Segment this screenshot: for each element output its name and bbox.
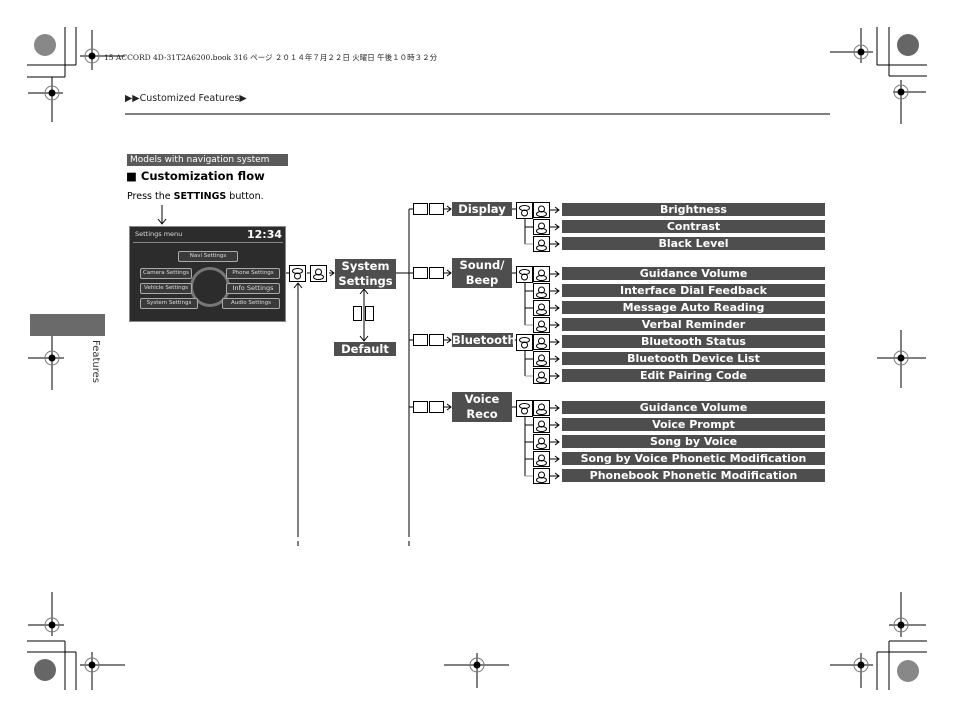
rotate-knob-icon (516, 266, 533, 283)
setting-item[interactable]: Verbal Reminder (562, 318, 825, 331)
category-label-line: Sound/ (459, 258, 505, 272)
press-knob-icon (533, 351, 550, 367)
press-knob-icon (533, 236, 550, 252)
dial-left-icon (413, 334, 428, 346)
category-0: Display (452, 202, 512, 216)
setting-item[interactable]: Brightness (562, 203, 825, 216)
dial-right-icon (429, 401, 444, 413)
setting-item[interactable]: Bluetooth Status (562, 335, 825, 348)
press-knob-icon (533, 468, 550, 484)
press-knob-icon (533, 417, 550, 433)
category-label-line: Beep (465, 273, 499, 287)
dial-right-icon (429, 203, 444, 215)
setting-item[interactable]: Contrast (562, 220, 825, 233)
setting-item[interactable]: Phonebook Phonetic Modification (562, 469, 825, 482)
dial-left-icon (413, 267, 428, 279)
dial-right-icon (429, 267, 444, 279)
rotate-knob-icon (516, 400, 533, 417)
setting-item[interactable]: Message Auto Reading (562, 301, 825, 314)
dial-right-icon (429, 334, 444, 346)
press-knob-icon (533, 434, 550, 450)
category-label-line: Bluetooth (452, 333, 516, 347)
press-knob-icon (533, 400, 550, 416)
setting-item[interactable]: Song by Voice (562, 435, 825, 448)
press-knob-icon (533, 317, 550, 333)
category-label-line: Voice (464, 392, 500, 406)
category-3: Voice Reco (452, 392, 512, 422)
category-label-line: Display (458, 202, 506, 216)
rotate-knob-icon (516, 334, 533, 351)
setting-item[interactable]: Guidance Volume (562, 267, 825, 280)
category-1: Sound/Beep (452, 258, 512, 288)
setting-item[interactable]: Voice Prompt (562, 418, 825, 431)
category-2: Bluetooth (452, 333, 516, 347)
press-knob-icon (533, 334, 550, 350)
dial-left-icon (413, 401, 428, 413)
press-knob-icon (533, 300, 550, 316)
press-knob-icon (533, 283, 550, 299)
setting-item[interactable]: Interface Dial Feedback (562, 284, 825, 297)
category-label-line: Reco (466, 407, 498, 421)
dial-left-icon (413, 203, 428, 215)
setting-item[interactable]: Guidance Volume (562, 401, 825, 414)
press-knob-icon (533, 219, 550, 235)
rotate-knob-icon (516, 202, 533, 219)
press-knob-icon (533, 202, 550, 218)
setting-item[interactable]: Bluetooth Device List (562, 352, 825, 365)
press-knob-icon (533, 368, 550, 384)
setting-item[interactable]: Black Level (562, 237, 825, 250)
press-knob-icon (533, 266, 550, 282)
press-knob-icon (533, 451, 550, 467)
setting-item[interactable]: Song by Voice Phonetic Modification (562, 452, 825, 465)
setting-item[interactable]: Edit Pairing Code (562, 369, 825, 382)
